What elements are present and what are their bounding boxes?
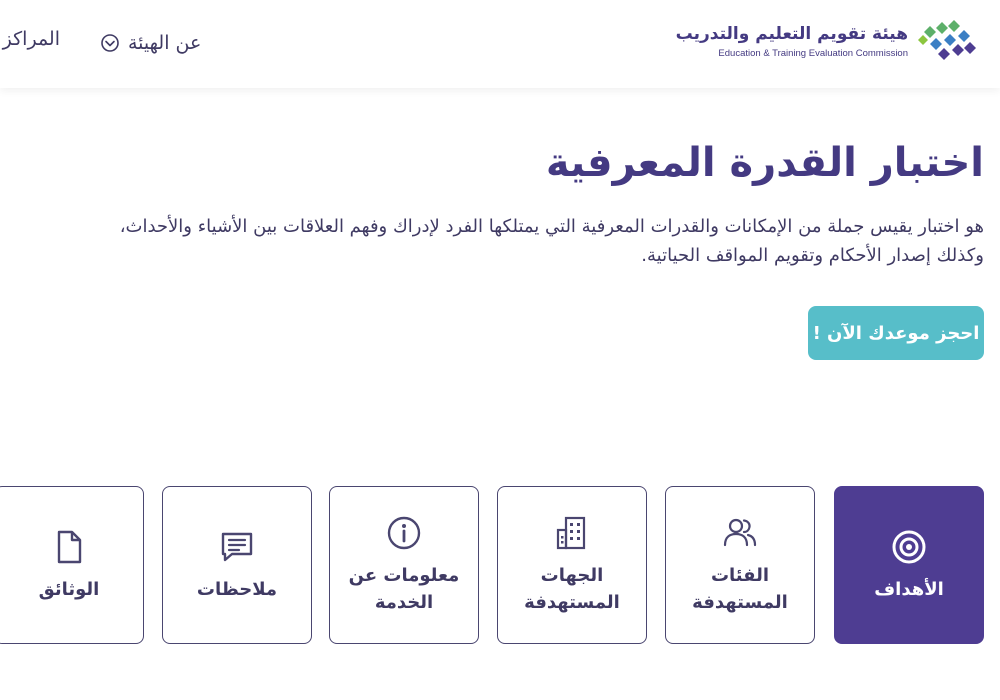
page-title: اختبار القدرة المعرفية bbox=[545, 140, 984, 186]
tab-goals[interactable]: الأهداف bbox=[834, 486, 984, 644]
document-icon bbox=[57, 530, 82, 563]
tab-service-info[interactable]: معلومات عن الخدمة bbox=[329, 486, 479, 644]
tab-notes[interactable]: ملاحظات bbox=[162, 486, 312, 644]
logo-mark-icon bbox=[918, 20, 976, 60]
etec-logo[interactable]: هيئة تقويم التعليم والتدريب Education & … bbox=[675, 16, 978, 68]
nav-centers[interactable]: المراكز bbox=[0, 28, 60, 58]
target-icon bbox=[892, 530, 926, 563]
comment-icon bbox=[221, 532, 253, 561]
book-appointment-button[interactable]: احجز موعدك الآن ! bbox=[808, 306, 984, 360]
tab-documents-label: الوثائق bbox=[38, 578, 100, 600]
tab-documents[interactable]: الوثائق bbox=[0, 486, 144, 644]
tab-target-entities-label: الجهات المستهدفة bbox=[524, 565, 620, 613]
tab-notes-label: ملاحظات bbox=[196, 578, 278, 600]
nav-about-commission[interactable]: عن الهيئة bbox=[100, 28, 201, 58]
top-header: هيئة تقويم التعليم والتدريب Education & … bbox=[0, 0, 1000, 88]
chevron-down-circle-icon bbox=[101, 34, 119, 52]
info-icon bbox=[387, 516, 421, 550]
tab-target-groups-label: الفئات المستهدفة bbox=[692, 565, 788, 613]
building-icon bbox=[556, 516, 586, 550]
tab-service-info-label: معلومات عن الخدمة bbox=[348, 565, 460, 613]
nav-about-label: عن الهيئة bbox=[128, 32, 202, 54]
tab-target-entities[interactable]: الجهات المستهدفة bbox=[497, 486, 647, 644]
logo-arabic-text: هيئة تقويم التعليم والتدريب bbox=[675, 24, 908, 44]
users-icon bbox=[723, 518, 757, 547]
tab-target-groups[interactable]: الفئات المستهدفة bbox=[665, 486, 815, 644]
tab-goals-label: الأهداف bbox=[874, 578, 944, 600]
logo-english-text: Education & Training Evaluation Commissi… bbox=[718, 48, 908, 59]
service-description: هو اختبار يقيس جملة من الإمكانات والقدرا… bbox=[119, 216, 984, 266]
